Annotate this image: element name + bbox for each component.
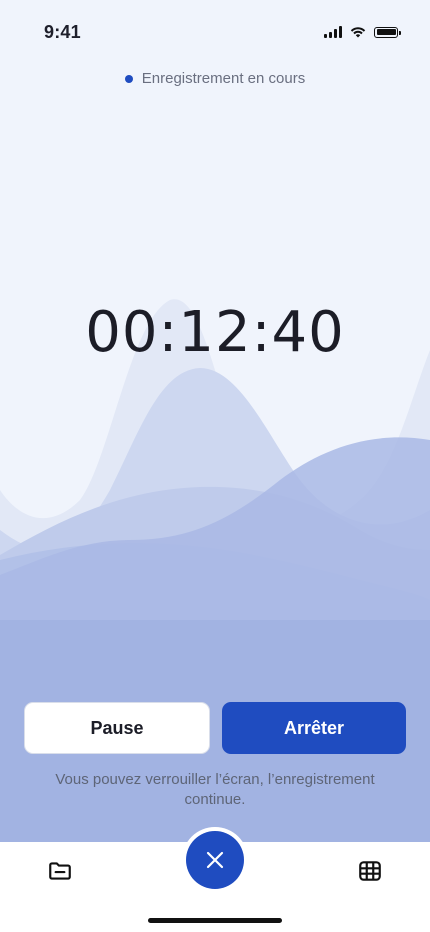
recording-status-label: Enregistrement en cours [141, 70, 306, 87]
close-icon [206, 851, 224, 869]
close-recording-button[interactable] [186, 831, 244, 889]
home-indicator [148, 918, 282, 923]
recording-status: Enregistrement en cours [0, 70, 430, 87]
status-bar: 9:41 [0, 0, 430, 68]
status-icons [324, 26, 401, 38]
pause-button[interactable]: Pause [24, 702, 210, 754]
battery-icon [374, 26, 401, 38]
wifi-icon [350, 27, 366, 38]
folder-icon[interactable] [47, 858, 73, 884]
signal-icon [324, 26, 342, 38]
grid-icon[interactable] [357, 858, 383, 884]
recording-timer: 00:12:40 [85, 300, 345, 365]
recording-dot-icon [124, 74, 133, 83]
recording-actions: Pause Arrêter [24, 702, 406, 754]
lock-screen-hint: Vous pouvez verrouiller l’écran, l’enreg… [55, 771, 375, 808]
stop-button[interactable]: Arrêter [222, 702, 406, 754]
status-time: 9:41 [44, 22, 81, 42]
